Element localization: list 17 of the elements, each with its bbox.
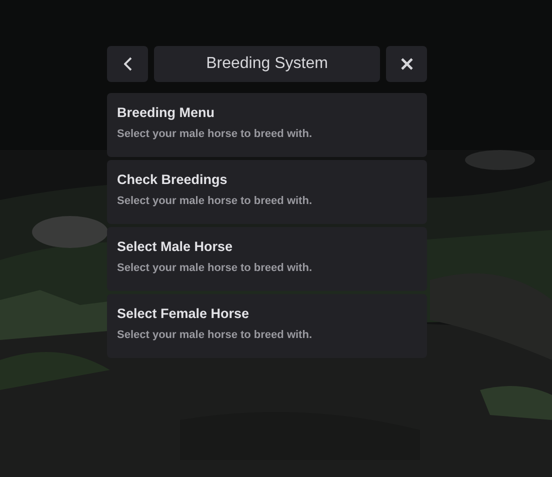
- menu-item-description: Select your male horse to breed with.: [117, 128, 313, 140]
- menu-item-title: Check Breedings: [117, 172, 228, 187]
- menu-item-description: Select your male horse to breed with.: [117, 195, 313, 207]
- window-title: Breeding System: [154, 46, 380, 82]
- menu-item[interactable]: Select Female Horse Select your male horse to breed with.: [107, 294, 427, 358]
- menu-item-title: Select Male Horse: [117, 239, 234, 254]
- menu-item[interactable]: Select Male Horse Select your male horse to breed with.: [107, 227, 427, 291]
- menu-item-title: Select Female Horse: [117, 306, 250, 321]
- menu-item[interactable]: Check Breedings Select your male horse to breed with.: [107, 160, 427, 224]
- menu-item-description: Select your male horse to breed with.: [117, 329, 313, 341]
- menu-item-title: Breeding Menu: [117, 105, 216, 120]
- close-icon: [400, 58, 412, 70]
- back-button[interactable]: [107, 46, 148, 82]
- menu-item-description: Select your male horse to breed with.: [117, 262, 313, 274]
- menu-item[interactable]: Breeding Menu Select your male horse to breed with.: [107, 93, 427, 157]
- close-button[interactable]: [386, 46, 427, 82]
- back-icon: [124, 57, 132, 71]
